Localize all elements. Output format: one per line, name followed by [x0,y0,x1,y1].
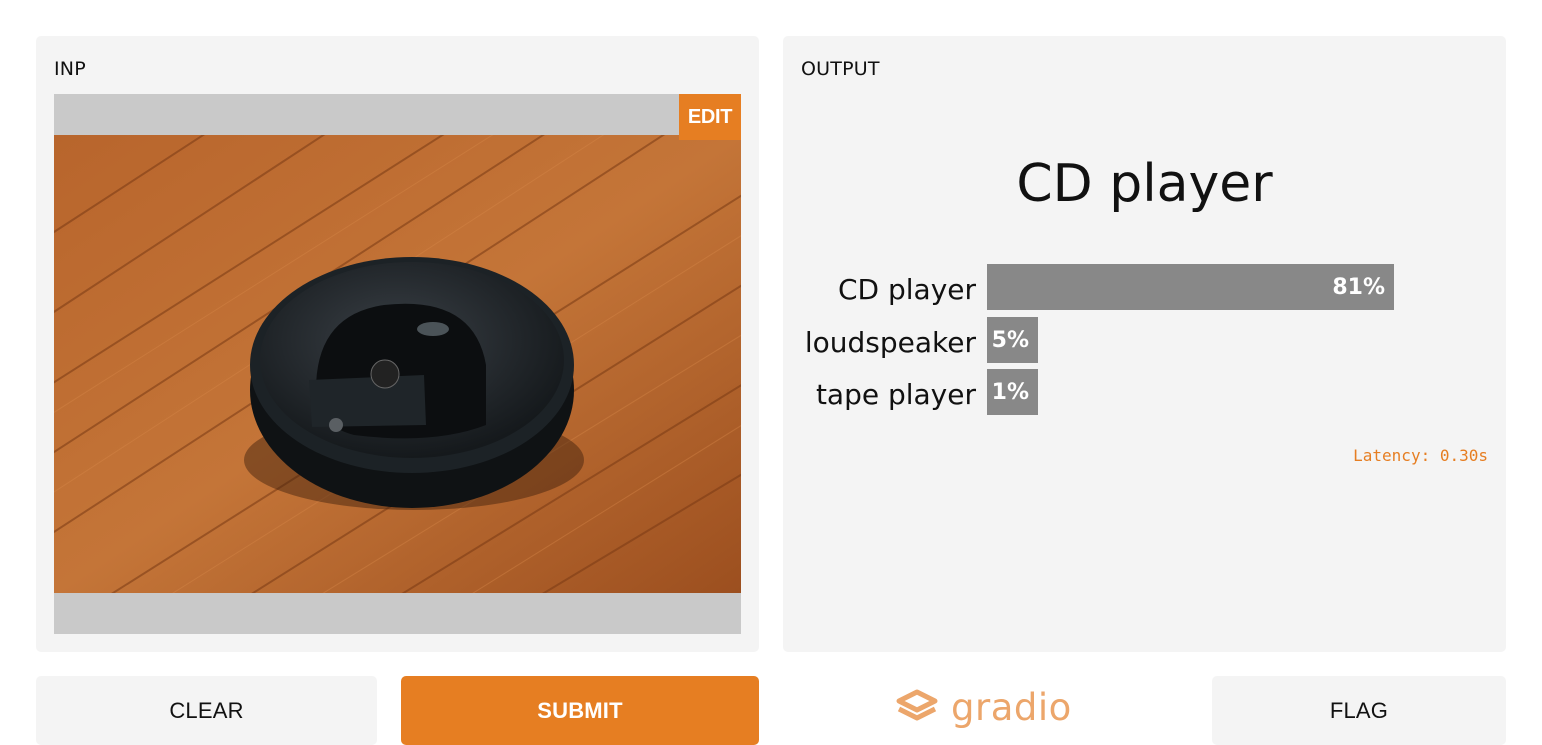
confidence-bar: 1% [987,369,1038,415]
confidence-value: 1% [991,379,1029,405]
input-panel-title: INP [54,58,86,80]
gradio-logo-icon [896,689,938,721]
confidence-bar: 5% [987,317,1038,363]
gradio-logo-text: gradio [951,685,1072,729]
gradio-logo[interactable]: gradio [893,684,1072,730]
clear-button[interactable]: CLEAR [36,676,377,745]
predicted-label: CD player [1016,154,1273,214]
confidence-name: tape player [815,378,976,411]
confidence-value: 81% [1332,274,1385,300]
confidence-bar: 81% [987,264,1394,310]
input-image [54,135,741,593]
flag-button[interactable]: FLAG [1212,676,1506,745]
edit-button[interactable]: EDIT [679,94,741,140]
submit-button[interactable]: SUBMIT [401,676,759,745]
output-panel-title: OUTPUT [801,58,880,80]
output-panel: OUTPUT CD player CD player 81% loudspeak… [783,36,1506,652]
confidence-name: loudspeaker [804,326,976,359]
image-input[interactable]: EDIT [54,94,741,634]
input-panel: INP EDIT [36,36,759,652]
confidence-row: loudspeaker 5% [783,317,1506,363]
latency-text: Latency: 0.30s [1353,446,1488,465]
confidence-row: CD player 81% [783,264,1506,310]
confidence-name: CD player [837,273,976,306]
confidence-value: 5% [991,327,1029,353]
confidence-row: tape player 1% [783,369,1506,415]
